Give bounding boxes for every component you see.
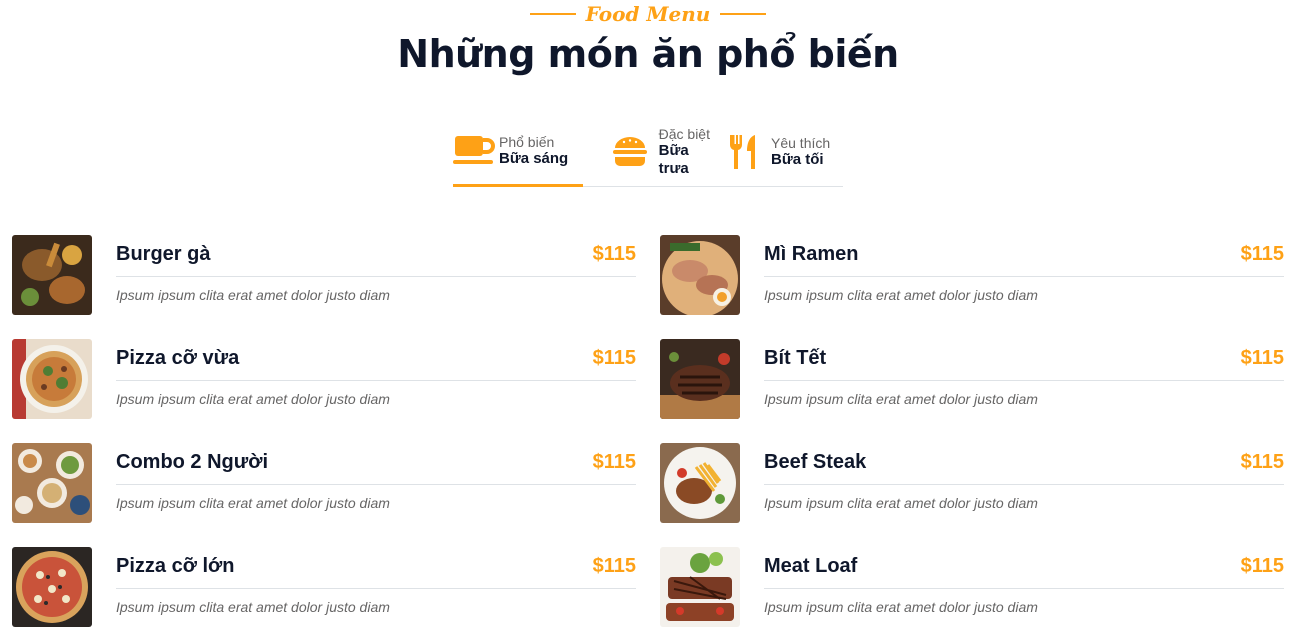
item-name: Pizza cỡ vừa xyxy=(116,347,240,369)
page-title: Những món ăn phổ biến xyxy=(397,32,899,76)
food-image xyxy=(12,339,92,419)
food-image xyxy=(660,235,740,315)
item-name: Bít Tết xyxy=(764,347,827,369)
item-price: $115 xyxy=(592,243,636,265)
menu-item-mi-ramen[interactable]: Mì Ramen $115 Ipsum ipsum clita erat ame… xyxy=(660,235,1284,315)
item-name: Combo 2 Người xyxy=(116,451,269,473)
item-price: $115 xyxy=(1240,555,1284,577)
food-image xyxy=(12,547,92,627)
item-price: $115 xyxy=(592,347,636,369)
tab-lunch[interactable]: Đặc biệt Bữa trưa xyxy=(583,126,715,186)
menu-item-beef-steak[interactable]: Beef Steak $115 Ipsum ipsum clita erat a… xyxy=(660,443,1284,523)
item-price: $115 xyxy=(1240,451,1284,473)
menu-item-bit-tet[interactable]: Bít Tết $115 Ipsum ipsum clita erat amet… xyxy=(660,339,1284,419)
tab-breakfast-sublabel: Phổ biến xyxy=(499,134,555,150)
item-name: Meat Loaf xyxy=(764,555,858,577)
item-name: Pizza cỡ lớn xyxy=(116,555,235,577)
item-price: $115 xyxy=(1240,347,1284,369)
section-eyebrow: Food Menu xyxy=(0,0,1296,28)
food-image xyxy=(660,547,740,627)
item-description: Ipsum ipsum clita erat amet dolor justo … xyxy=(116,287,390,303)
item-description: Ipsum ipsum clita erat amet dolor justo … xyxy=(764,391,1038,407)
item-description: Ipsum ipsum clita erat amet dolor justo … xyxy=(116,391,390,407)
menu-item-meat-loaf[interactable]: Meat Loaf $115 Ipsum ipsum clita erat am… xyxy=(660,547,1284,627)
divider xyxy=(764,484,1284,485)
divider xyxy=(764,380,1284,381)
menu-item-combo-2-nguoi[interactable]: Combo 2 Người $115 Ipsum ipsum clita era… xyxy=(12,443,636,523)
tab-dinner-label: Bữa tối xyxy=(771,151,824,168)
item-name: Mì Ramen xyxy=(764,243,859,265)
tab-breakfast-label: Bữa sáng xyxy=(499,150,569,167)
divider xyxy=(116,588,636,589)
divider xyxy=(116,380,636,381)
divider xyxy=(764,276,1284,277)
item-price: $115 xyxy=(592,451,636,473)
tab-lunch-label: Bữa trưa xyxy=(658,142,689,177)
divider xyxy=(116,484,636,485)
menu-item-burger-ga[interactable]: Burger gà $115 Ipsum ipsum clita erat am… xyxy=(12,235,636,315)
item-description: Ipsum ipsum clita erat amet dolor justo … xyxy=(764,495,1038,511)
item-description: Ipsum ipsum clita erat amet dolor justo … xyxy=(116,495,390,511)
divider xyxy=(764,588,1284,589)
tab-breakfast[interactable]: Phổ biến Bữa sáng xyxy=(453,128,583,187)
item-price: $115 xyxy=(1240,243,1284,265)
divider xyxy=(116,276,636,277)
food-image xyxy=(660,339,740,419)
item-description: Ipsum ipsum clita erat amet dolor justo … xyxy=(764,599,1038,615)
item-name: Beef Steak xyxy=(764,451,867,473)
food-image xyxy=(660,443,740,523)
hamburger-icon xyxy=(613,129,659,175)
item-name: Burger gà xyxy=(116,243,211,265)
tab-dinner[interactable]: Yêu thích Bữa tối xyxy=(715,128,843,186)
coffee-icon xyxy=(453,128,499,174)
food-image xyxy=(12,443,92,523)
eyebrow-line-right xyxy=(720,13,767,15)
menu-item-pizza-co-vua[interactable]: Pizza cỡ vừa $115 Ipsum ipsum clita erat… xyxy=(12,339,636,419)
item-description: Ipsum ipsum clita erat amet dolor justo … xyxy=(116,599,390,615)
utensils-icon xyxy=(729,129,771,175)
item-description: Ipsum ipsum clita erat amet dolor justo … xyxy=(764,287,1038,303)
eyebrow-text: Food Menu xyxy=(585,2,711,26)
menu-tabs: Phổ biến Bữa sáng Đặc biệt Bữa trưa Yêu … xyxy=(453,126,843,187)
tab-lunch-sublabel: Đặc biệt xyxy=(658,126,710,142)
tab-dinner-sublabel: Yêu thích xyxy=(771,135,831,151)
eyebrow-line-left xyxy=(529,13,576,15)
menu-item-pizza-co-lon[interactable]: Pizza cỡ lớn $115 Ipsum ipsum clita erat… xyxy=(12,547,636,627)
food-image xyxy=(12,235,92,315)
item-price: $115 xyxy=(592,555,636,577)
